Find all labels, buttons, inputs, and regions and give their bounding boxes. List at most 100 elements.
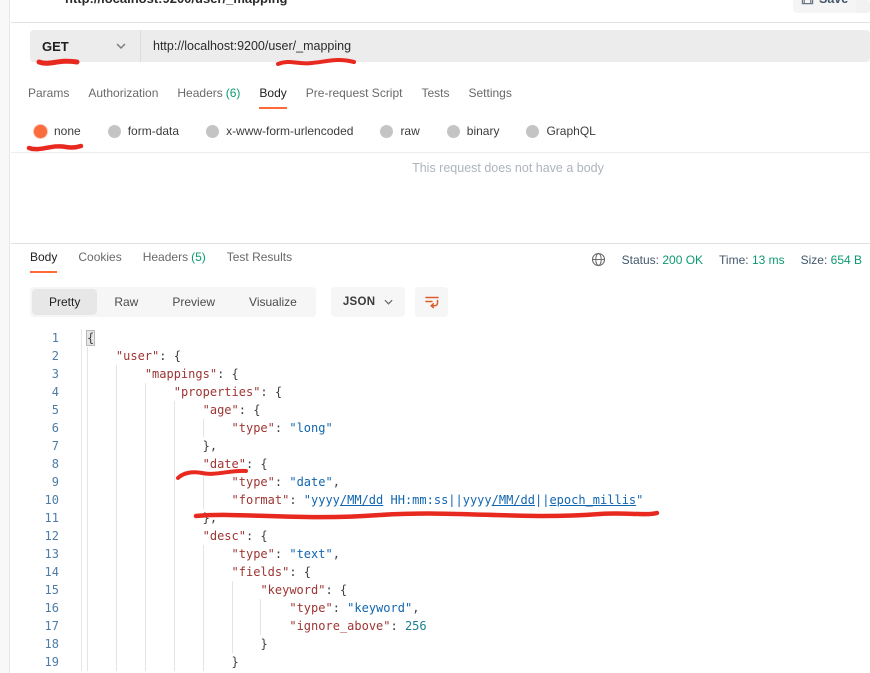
body-mode-none[interactable]: none — [34, 124, 81, 138]
view-tab-preview[interactable]: Preview — [155, 289, 232, 315]
indent-guide — [144, 473, 174, 491]
line-number: 4 — [11, 383, 82, 401]
indent-guide — [87, 581, 116, 599]
body-mode-x-www-form-urlencoded[interactable]: x-www-form-urlencoded — [206, 124, 353, 138]
code-text: "properties": { — [82, 383, 282, 401]
indent-guide — [144, 653, 174, 671]
code-token: "mappings" — [144, 367, 218, 381]
request-tab-title: http://localhost:9200/user/_mapping — [65, 0, 288, 6]
format-dropdown[interactable]: JSON — [330, 287, 406, 317]
view-tab-raw[interactable]: Raw — [97, 289, 155, 315]
request-tab-pre-request-script[interactable]: Pre-request Script — [306, 86, 403, 109]
response-view-controls: Pretty Raw Preview Visualize JSON — [30, 287, 449, 317]
tab-label: Test Results — [226, 250, 293, 264]
code-line: 14 "fields": { — [11, 563, 870, 581]
code-text: "type": "long" — [82, 419, 333, 437]
indent-guide — [173, 563, 203, 581]
indent-guide — [87, 527, 116, 545]
code-token: : — [390, 619, 405, 633]
response-tab-body[interactable]: Body — [30, 250, 58, 273]
request-tab-headers[interactable]: Headers (6) — [177, 86, 240, 109]
code-line: 15 "keyword": { — [11, 581, 870, 599]
globe-icon — [591, 252, 606, 267]
body-mode-binary[interactable]: binary — [446, 124, 500, 138]
code-line: 6 "type": "long" — [11, 419, 870, 437]
beautify-button[interactable] — [415, 287, 449, 317]
code-token: "keyword" — [260, 583, 326, 597]
url-input[interactable] — [141, 39, 870, 53]
radio-icon — [380, 124, 394, 138]
chevron-down-icon — [384, 299, 393, 305]
code-token: "long" — [289, 421, 333, 435]
indent-guide — [173, 509, 203, 527]
save-button[interactable]: Save — [793, 0, 865, 13]
code-token: } — [231, 655, 239, 669]
indent-guide — [115, 401, 145, 419]
indent-guide — [115, 509, 145, 527]
request-tab-body[interactable]: Body — [259, 86, 288, 109]
body-mode-graphql[interactable]: GraphQL — [526, 124, 596, 138]
indent-guide — [202, 635, 232, 653]
code-line: 7 }, — [11, 437, 870, 455]
line-number: 14 — [11, 563, 82, 581]
indent-guide — [115, 527, 145, 545]
request-tab-params[interactable]: Params — [28, 86, 69, 109]
response-tab-headers[interactable]: Headers (5) — [143, 250, 206, 273]
code-text: "fields": { — [82, 563, 311, 581]
body-mode-label: form-data — [127, 124, 180, 138]
response-tab-test-results[interactable]: Test Results — [227, 250, 292, 273]
code-text: "type": "keyword", — [82, 599, 419, 617]
code-token: /MM/dd — [491, 493, 535, 507]
indent-guide — [87, 473, 116, 491]
method-dropdown[interactable]: GET — [30, 39, 140, 54]
response-body-editor[interactable]: 1{2 "user": {3 "mappings": {4 "propertie… — [11, 322, 870, 673]
radio-icon — [206, 124, 220, 138]
request-tab-settings[interactable]: Settings — [469, 86, 512, 109]
indent-guide — [87, 419, 116, 437]
request-tab-tests[interactable]: Tests — [421, 86, 449, 109]
indent-guide — [260, 617, 290, 635]
indent-guide — [202, 563, 232, 581]
line-number: 17 — [11, 617, 82, 635]
meta-label: Size: — [800, 252, 831, 267]
indent-guide — [202, 473, 232, 491]
body-mode-raw[interactable]: raw — [380, 124, 420, 138]
code-text: { — [82, 329, 95, 347]
view-tab-pretty[interactable]: Pretty — [32, 289, 98, 315]
code-line: 16 "type": "keyword", — [11, 599, 870, 617]
indent-guide — [115, 419, 145, 437]
code-text: "mappings": { — [82, 365, 239, 383]
code-token: 256 — [404, 619, 427, 633]
code-token: || — [535, 493, 550, 507]
indent-guide — [144, 509, 174, 527]
code-token: } — [260, 637, 268, 651]
indent-guide — [144, 455, 174, 473]
view-tab-visualize[interactable]: Visualize — [232, 289, 314, 315]
tab-label: Body — [30, 250, 58, 264]
code-line: 5 "age": { — [11, 401, 870, 419]
code-token: "keyword" — [347, 601, 413, 615]
indent-guide — [115, 581, 145, 599]
radio-icon — [446, 124, 460, 138]
indent-guide — [173, 581, 203, 599]
indent-guide — [231, 599, 261, 617]
indent-guide — [144, 635, 174, 653]
meta-value: 200 OK — [662, 252, 704, 267]
method-value: GET — [42, 38, 69, 54]
code-token: "properties" — [173, 385, 261, 399]
code-text: } — [82, 653, 239, 671]
indent-guide — [202, 491, 232, 509]
response-tab-cookies[interactable]: Cookies — [78, 250, 121, 273]
tab-label: Params — [28, 86, 70, 100]
code-text: }, — [82, 509, 217, 527]
code-line: 13 "type": "text", — [11, 545, 870, 563]
indent-guide — [144, 383, 174, 401]
code-token: " — [636, 493, 644, 507]
red-underline-none — [26, 143, 84, 152]
code-token: "desc" — [202, 529, 246, 543]
code-text: "type": "text", — [82, 545, 340, 563]
request-tab-authorization[interactable]: Authorization — [88, 86, 158, 109]
body-mode-label: binary — [466, 124, 500, 138]
meta-value: 654 B — [830, 252, 862, 267]
body-mode-form-data[interactable]: form-data — [107, 124, 180, 138]
